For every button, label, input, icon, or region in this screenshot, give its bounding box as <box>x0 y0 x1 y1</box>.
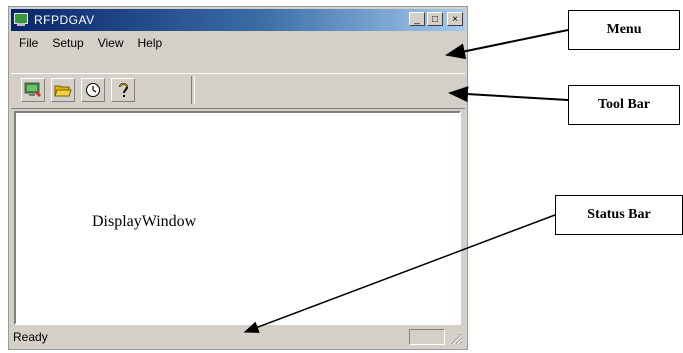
statusbar-arrow <box>243 214 556 333</box>
menu-arrow <box>445 29 569 60</box>
callout-arrows <box>243 29 569 333</box>
toolbar-arrow <box>448 86 569 103</box>
